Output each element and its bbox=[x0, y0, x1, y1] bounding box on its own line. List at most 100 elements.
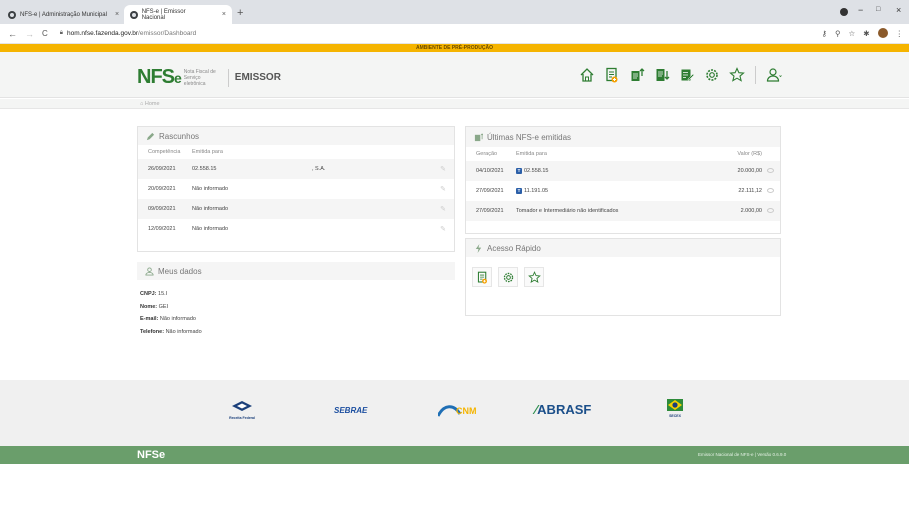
secex-logo[interactable]: SECEX bbox=[666, 398, 684, 418]
row-date: 04/10/2021 bbox=[476, 168, 504, 174]
forward-icon[interactable]: → bbox=[25, 29, 34, 39]
extensions-icon[interactable]: ✱ bbox=[863, 29, 869, 38]
logo-e: e bbox=[174, 70, 182, 86]
column-emitida-para: Emitida para bbox=[192, 149, 223, 155]
close-icon[interactable]: × bbox=[115, 11, 119, 18]
header-toolbar bbox=[578, 66, 783, 84]
table-row[interactable]: 20/09/2021 Não informado ✎ bbox=[138, 179, 454, 199]
key-icon[interactable]: ⚷ bbox=[821, 29, 827, 38]
receita-emblem-icon bbox=[232, 401, 252, 411]
row-recipient: 11.191.05 bbox=[524, 188, 549, 194]
tomador-badge: T bbox=[516, 188, 522, 194]
table-row[interactable]: 12/09/2021 Não informado ✎ bbox=[138, 219, 454, 239]
email-value: Não informado bbox=[159, 316, 196, 322]
maximize-button[interactable]: □ bbox=[876, 6, 880, 13]
row-value: 20.000,00 bbox=[737, 168, 762, 174]
receita-federal-logo[interactable]: Receita Federal bbox=[228, 400, 256, 420]
reload-icon[interactable]: C bbox=[42, 29, 48, 38]
view-icon[interactable] bbox=[767, 208, 774, 213]
home-icon[interactable] bbox=[578, 66, 596, 84]
avatar[interactable] bbox=[877, 28, 888, 38]
email-label: E-mail: bbox=[140, 316, 159, 322]
globe-icon bbox=[8, 10, 16, 19]
user-menu-icon[interactable] bbox=[765, 66, 783, 84]
invoice-upload-icon[interactable] bbox=[628, 66, 646, 84]
nome-label: Nome: bbox=[140, 303, 158, 310]
zoom-icon[interactable]: ⚲ bbox=[835, 29, 841, 38]
view-icon[interactable] bbox=[767, 168, 774, 173]
tab-administracao[interactable]: NFS-e | Administração Municipal × bbox=[2, 5, 125, 24]
email-line: E-mail: Não informado bbox=[140, 313, 452, 326]
footer-logo: NFSe bbox=[137, 449, 166, 461]
tab-emissor[interactable]: NFS-e | Emissor Nacional × bbox=[124, 5, 232, 24]
close-icon[interactable]: × bbox=[222, 11, 226, 18]
table-row[interactable]: 09/09/2021 Não informado ✎ bbox=[138, 199, 454, 219]
extension-icon[interactable] bbox=[840, 8, 848, 16]
row-date: 27/09/2021 bbox=[476, 208, 504, 214]
close-window-button[interactable]: × bbox=[896, 5, 901, 15]
row-date: 09/09/2021 bbox=[148, 206, 176, 212]
logo-main: NFS bbox=[137, 66, 175, 88]
table-header: Competência Emitida para bbox=[138, 145, 454, 159]
edit-icon[interactable]: ✎ bbox=[440, 225, 446, 233]
browser-tab-bar: NFS-e | Administração Municipal × NFS-e … bbox=[0, 0, 909, 24]
browser-toolbar-icons: ⚷ ⚲ ☆ ✱ ⋮ bbox=[821, 28, 903, 38]
gear-icon bbox=[503, 272, 513, 282]
new-invoice-icon[interactable] bbox=[603, 66, 621, 84]
nome-value: GEI bbox=[158, 303, 169, 310]
row-recipient: 02.558.15 bbox=[524, 168, 549, 174]
menu-icon[interactable]: ⋮ bbox=[896, 29, 904, 38]
star-icon[interactable]: ☆ bbox=[848, 29, 855, 38]
ultimas-nfse-panel: Últimas NFS-e emitidas Geração Emitida p… bbox=[465, 126, 781, 234]
quick-new-invoice-button[interactable] bbox=[472, 267, 492, 287]
view-icon[interactable] bbox=[767, 188, 774, 193]
table-row[interactable]: 26/09/2021 02.558.15 , S.A. ✎ bbox=[138, 159, 454, 179]
new-invoice-icon bbox=[477, 271, 487, 284]
meus-dados-title: Meus dados bbox=[158, 266, 202, 276]
edit-icon[interactable]: ✎ bbox=[440, 165, 446, 173]
lock-icon: 🔒︎ bbox=[59, 30, 63, 36]
app-name: EMISSOR bbox=[227, 68, 281, 87]
invoice-download-icon[interactable] bbox=[653, 66, 671, 84]
tab-title: NFS-e | Emissor Nacional bbox=[141, 8, 186, 21]
panel-header: Últimas NFS-e emitidas bbox=[466, 127, 780, 147]
receita-label: Receita Federal bbox=[229, 416, 255, 420]
edit-icon[interactable]: ✎ bbox=[440, 185, 446, 193]
column-competencia: Competência bbox=[148, 149, 181, 155]
secex-label: SECEX bbox=[669, 414, 681, 418]
table-header: Geração Emitida para Valor (R$) bbox=[466, 147, 780, 161]
abrasf-logo[interactable]: ⁄ABRASF bbox=[535, 402, 591, 417]
breadcrumb-home[interactable]: Home bbox=[145, 101, 160, 107]
row-recipient: 02.558.15 bbox=[192, 166, 217, 172]
star-icon[interactable] bbox=[728, 66, 746, 84]
gear-icon[interactable] bbox=[703, 66, 721, 84]
row-recipient-suffix: , S.A. bbox=[312, 166, 326, 172]
table-row[interactable]: 04/10/2021 T 02.558.15 20.000,00 bbox=[466, 161, 780, 181]
row-value: 2.000,00 bbox=[740, 208, 762, 214]
edit-icon[interactable]: ✎ bbox=[440, 205, 446, 213]
row-value: 22.111,12 bbox=[738, 188, 762, 194]
lightning-icon bbox=[475, 243, 482, 253]
invoices-icon bbox=[474, 132, 483, 141]
column-valor: Valor (R$) bbox=[737, 151, 762, 157]
new-tab-button[interactable]: + bbox=[237, 7, 243, 19]
cnm-logo[interactable]: CNM bbox=[436, 404, 480, 418]
footer: NFSe Emissor Nacional de NFS-e | Versão … bbox=[0, 446, 909, 464]
invoice-edit-icon[interactable] bbox=[678, 66, 696, 84]
tomador-badge: T bbox=[516, 168, 522, 174]
row-date: 20/09/2021 bbox=[148, 186, 176, 192]
quick-settings-button[interactable] bbox=[498, 267, 518, 287]
address-bar: ← → C 🔒︎ hom.nfse.fazenda.gov.br /emisso… bbox=[0, 24, 909, 44]
minimize-button[interactable]: − bbox=[858, 5, 863, 15]
globe-icon bbox=[130, 10, 138, 19]
nfse-logo[interactable]: NFSe Nota Fiscal de Serviço eletrônica E… bbox=[137, 66, 281, 89]
url-field[interactable]: 🔒︎ hom.nfse.fazenda.gov.br /emissor/Dash… bbox=[60, 30, 196, 37]
back-icon[interactable]: ← bbox=[8, 29, 17, 39]
telefone-value: Não informado bbox=[165, 328, 202, 335]
table-row[interactable]: 27/09/2021 T 11.191.05 22.111,12 bbox=[466, 181, 780, 201]
sebrae-logo[interactable]: SEBRAE bbox=[334, 406, 367, 415]
footer-version: Emissor Nacional de NFS-e | Versão 0.6.9… bbox=[698, 452, 787, 457]
secex-flag-icon bbox=[667, 399, 683, 411]
table-row[interactable]: 27/09/2021 Tomador e Intermediário não i… bbox=[466, 201, 780, 221]
quick-favorites-button[interactable] bbox=[524, 267, 544, 287]
